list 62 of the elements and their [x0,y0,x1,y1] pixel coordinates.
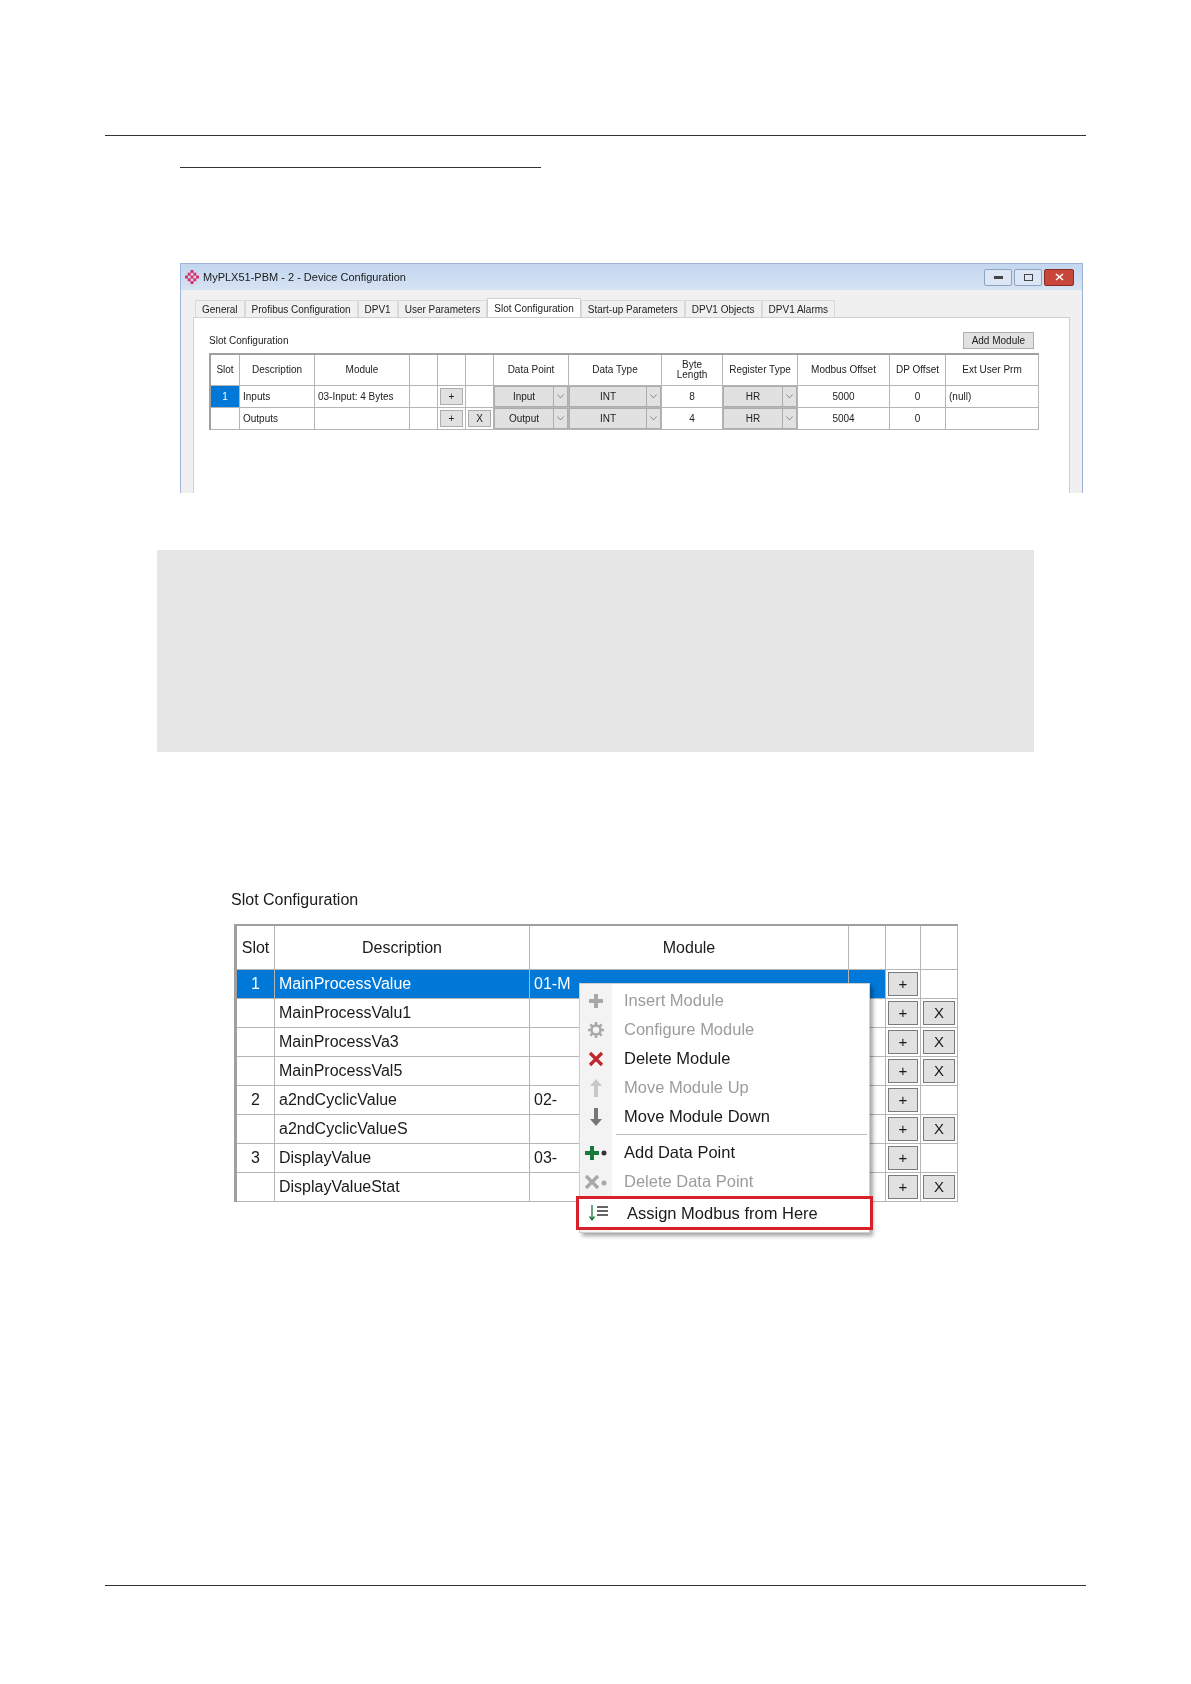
table-cell: Outputs [240,408,315,430]
add-button[interactable]: + [888,972,918,996]
table-cell: DisplayValue [275,1144,530,1173]
delete-button[interactable]: X [923,1117,955,1141]
add-button[interactable]: + [440,388,463,405]
add-button[interactable]: + [888,1146,918,1170]
delete-button[interactable]: X [923,1030,955,1054]
dropdown[interactable]: HR [723,386,797,407]
tab[interactable]: Slot Configuration [487,298,581,318]
delete-button[interactable]: X [923,1001,955,1025]
section-label: Slot Configuration [209,334,289,348]
column-header: Module [315,355,410,386]
add-button[interactable]: + [888,1030,918,1054]
tab[interactable]: Profibus Configuration [244,300,358,317]
slot-cell: 1 [211,386,240,408]
table-cell: 5004 [798,408,890,430]
tab[interactable]: User Parameters [397,300,488,317]
tab[interactable]: DPV1 Objects [684,300,762,317]
add-button[interactable]: + [440,410,463,427]
add-module-button[interactable]: Add Module [962,332,1034,349]
dropdown[interactable]: HR [723,408,797,429]
delete-button[interactable]: X [923,1059,955,1083]
add-button[interactable]: + [888,1001,918,1025]
column-header: Byte Length [662,355,723,386]
window-title: MyPLX51-PBM - 2 - Device Configuration [203,269,406,285]
menu-item[interactable]: Assign Modbus from Here [576,1196,873,1230]
table-cell: a2ndCyclicValue [275,1086,530,1115]
table-cell: Inputs [240,386,315,408]
column-header: Description [240,355,315,386]
add-button[interactable]: + [888,1059,918,1083]
table-cell: MainProcessVal5 [275,1057,530,1086]
column-header: Ext User Prm [946,355,1039,386]
table-cell: a2ndCyclicValueS [275,1115,530,1144]
dropdown[interactable]: Input [494,386,568,407]
table-cell: (null) [946,386,1039,408]
table-cell: 0 [890,386,946,408]
slot-cell: 3 [237,1144,275,1173]
section-label: Slot Configuration [231,891,359,908]
table-cell: MainProcessValu1 [275,999,530,1028]
dropdown[interactable]: INT [569,408,661,429]
table-cell: 0 [890,408,946,430]
column-header: Modbus Offset [798,355,890,386]
column-header: DP Offset [890,355,946,386]
table-cell: MainProcessVa3 [275,1028,530,1057]
dropdown[interactable]: INT [569,386,661,407]
table-cell: 03-Input: 4 Bytes [315,386,410,408]
dropdown[interactable]: Output [494,408,568,429]
tab[interactable]: DPV1 [357,300,398,317]
table-cell: 5000 [798,386,890,408]
slot-cell: 1 [237,970,275,999]
table-cell: DisplayValueStat [275,1173,530,1202]
add-button[interactable]: + [888,1088,918,1112]
tab[interactable]: General [195,300,245,317]
menu-item[interactable]: Delete Module [580,1044,869,1073]
delete-button[interactable]: X [923,1175,955,1199]
add-button[interactable]: + [888,1117,918,1141]
add-button[interactable]: + [888,1175,918,1199]
table-cell: MainProcessValue [275,970,530,999]
delete-button[interactable]: X [468,410,491,427]
slot-cell: 2 [237,1086,275,1115]
tab[interactable]: DPV1 Alarms [761,300,836,317]
tab[interactable]: Start-up Parameters [580,300,685,317]
